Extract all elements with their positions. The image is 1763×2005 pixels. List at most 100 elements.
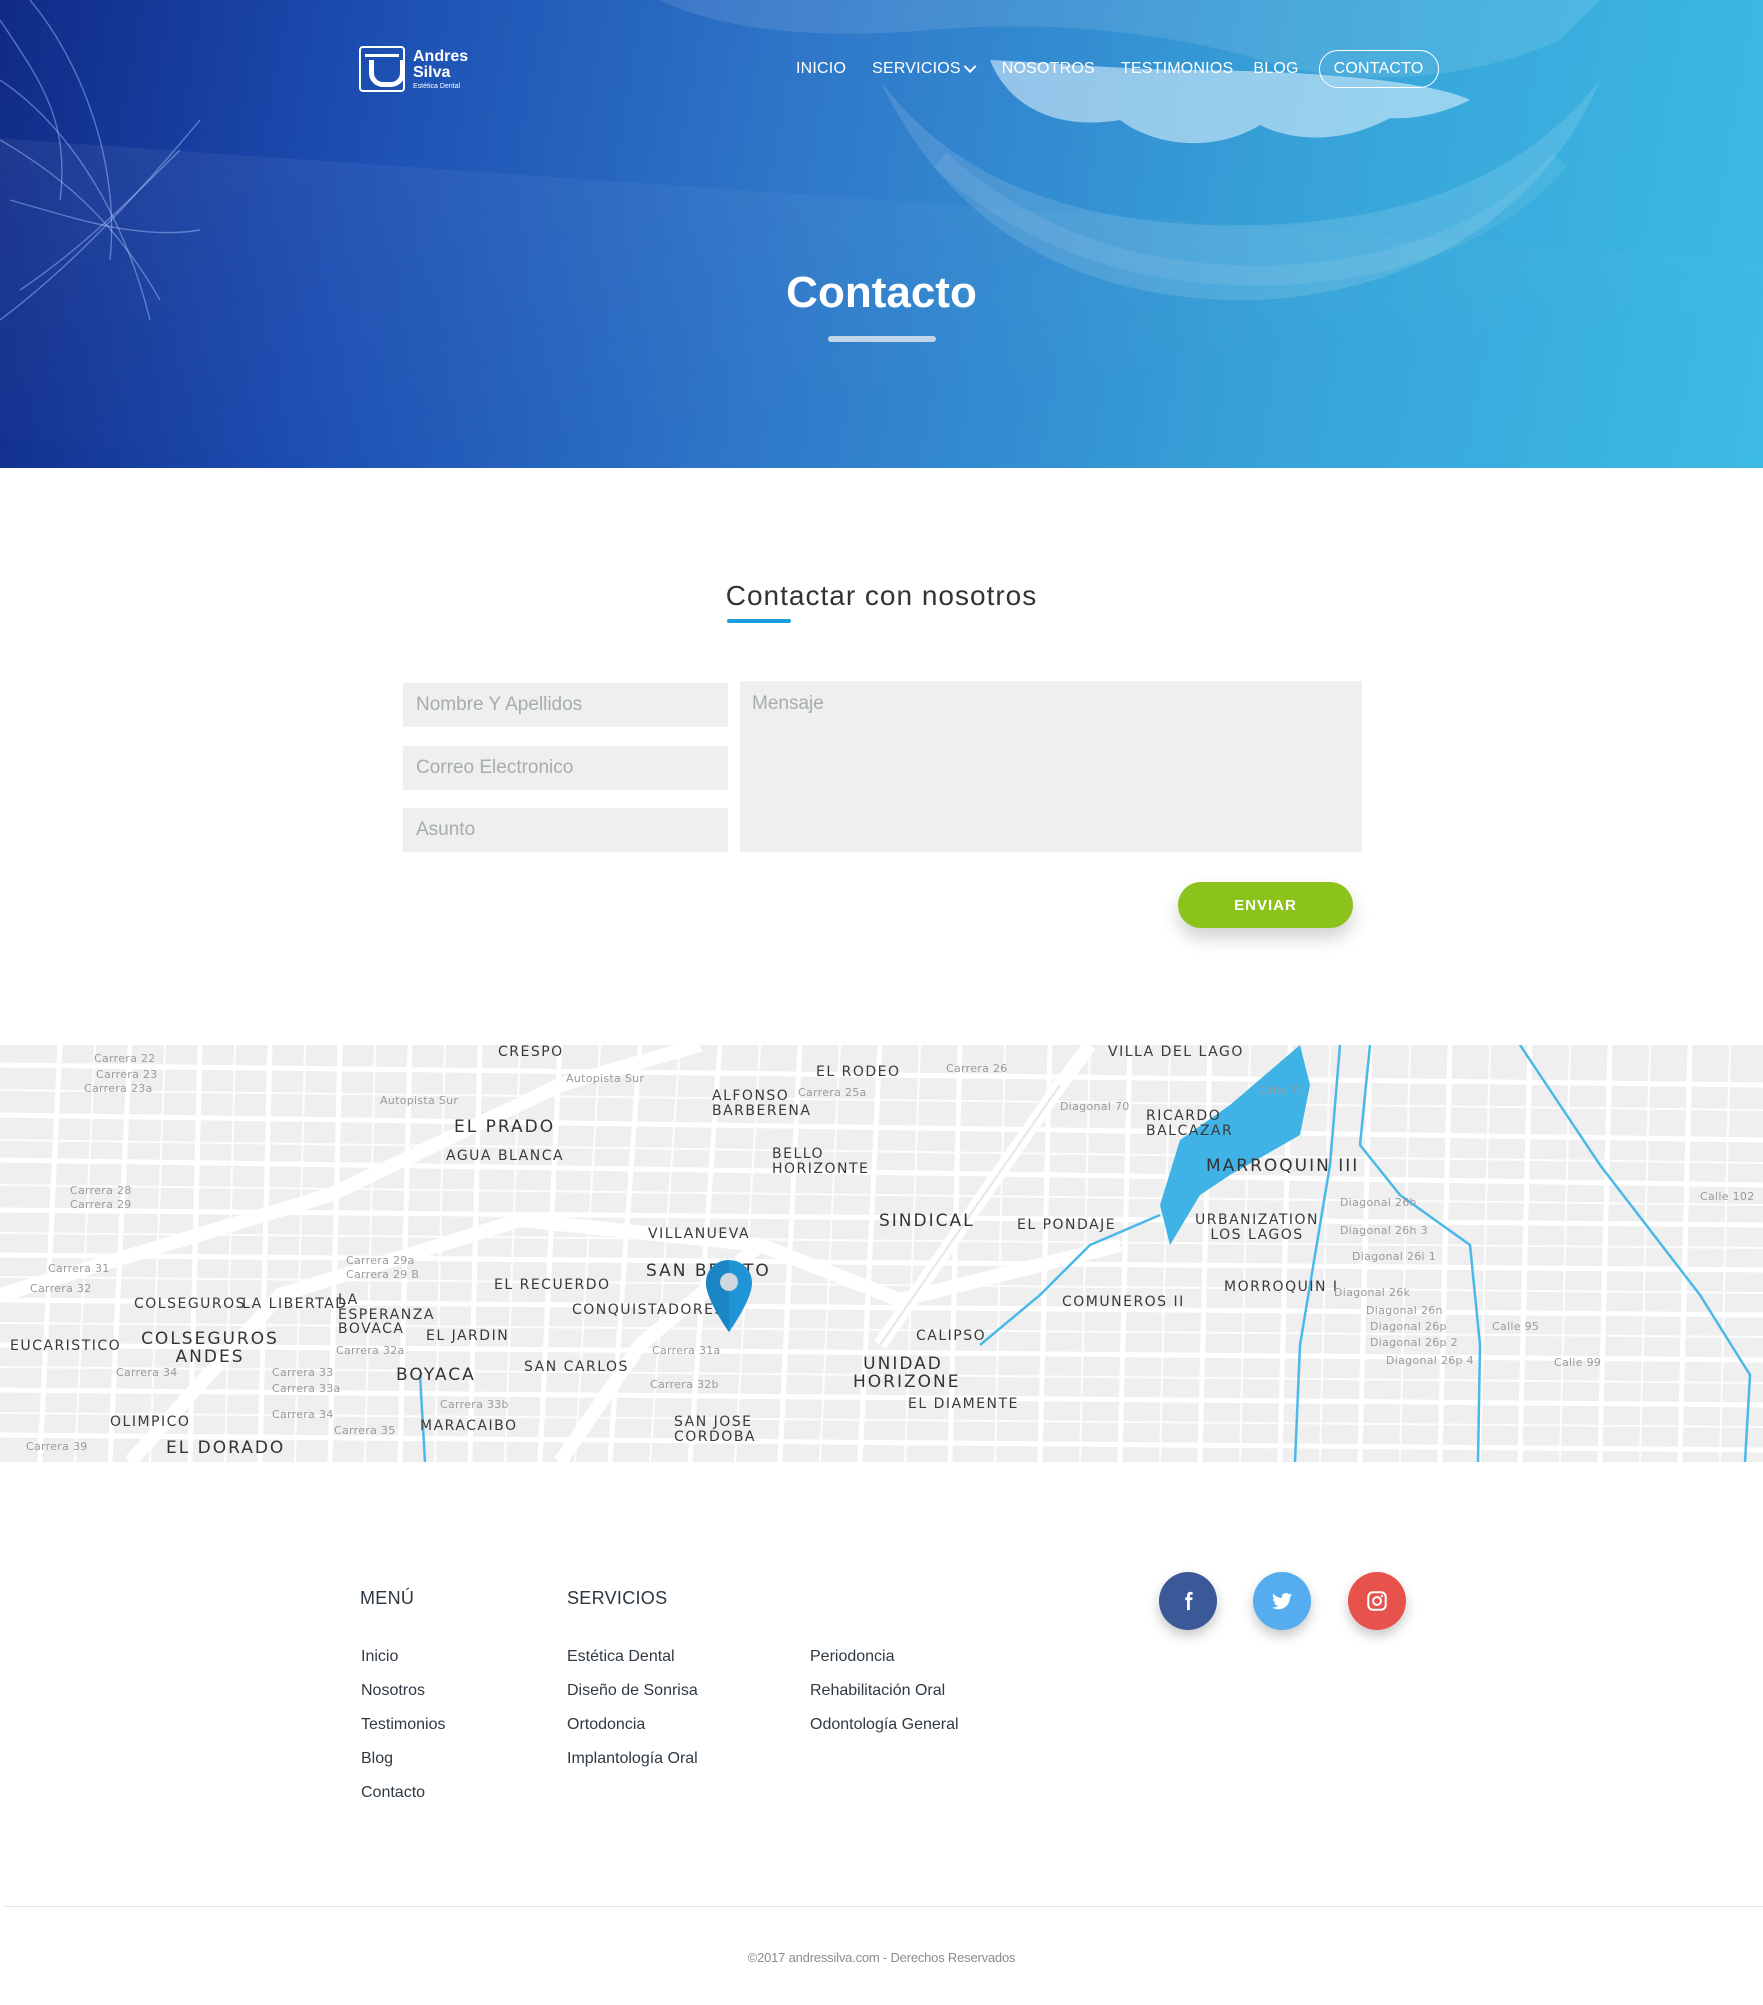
section-underline xyxy=(727,619,791,623)
location-map[interactable]: CRESPO EL RODEO VILLA DEL LAGO ALFONSO B… xyxy=(0,1045,1763,1462)
street-label: Carrera 22 xyxy=(94,1052,156,1065)
street-label: Carrera 31a xyxy=(652,1344,721,1357)
street-label: Carrera 23 xyxy=(96,1068,158,1081)
map-label: RICARDO BALCAZAR xyxy=(1146,1108,1234,1139)
map-marker-icon[interactable] xyxy=(704,1258,754,1334)
map-label: EL PONDAJE xyxy=(1017,1217,1117,1233)
street-label: Carrera 26 xyxy=(946,1062,1008,1075)
street-label: Calle 95 xyxy=(1492,1320,1540,1333)
street-label: Carrera 32 xyxy=(30,1282,92,1295)
logo-line-2: Silva xyxy=(413,63,451,81)
footer-link-testimonios[interactable]: Testimonios xyxy=(361,1716,445,1734)
name-field[interactable] xyxy=(403,683,728,727)
main-nav: INICIO SERVICIOS NOSOTROS TESTIMONIOS BL… xyxy=(796,50,1439,88)
instagram-icon xyxy=(1367,1591,1387,1611)
map-label: CRESPO xyxy=(498,1045,564,1060)
map-label: EL RODEO xyxy=(816,1064,901,1080)
map-streets xyxy=(0,1045,1763,1462)
street-label: Carrera 33a xyxy=(272,1382,341,1395)
map-label: SAN JOSE CORDOBA xyxy=(674,1414,757,1445)
nav-inicio[interactable]: INICIO xyxy=(796,50,846,88)
title-underline xyxy=(828,336,936,342)
street-label: Calle 102 xyxy=(1700,1190,1755,1203)
street-label: Diagonal 26p 4 xyxy=(1386,1354,1474,1367)
map-label: EL RECUERDO xyxy=(494,1277,611,1293)
footer-service-link[interactable]: Implantología Oral xyxy=(567,1750,698,1768)
street-label: Carrera 25a xyxy=(798,1086,867,1099)
footer-service-link[interactable]: Periodoncia xyxy=(810,1648,895,1666)
street-label: Diagonal 26p xyxy=(1370,1320,1447,1333)
footer-link-blog[interactable]: Blog xyxy=(361,1750,393,1768)
map-label: BELLO HORIZONTE xyxy=(772,1146,870,1177)
street-label: Carrera 33 xyxy=(272,1366,334,1379)
map-label: OLIMPICO xyxy=(110,1414,191,1430)
street-label: Diagonal 26p 2 xyxy=(1370,1336,1458,1349)
footer-link-inicio[interactable]: Inicio xyxy=(361,1648,398,1666)
street-label: Carrera 35 xyxy=(334,1424,396,1437)
email-field[interactable] xyxy=(403,746,728,790)
footer-link-contacto[interactable]: Contacto xyxy=(361,1784,425,1802)
street-label: Carrera 28 xyxy=(70,1184,132,1197)
twitter-button[interactable] xyxy=(1253,1572,1311,1630)
street-label: Diagonal 26h 3 xyxy=(1340,1224,1428,1237)
footer-divider xyxy=(4,1906,1763,1907)
street-label: Diagonal 70 xyxy=(1060,1100,1130,1113)
street-label: Diagonal 26n xyxy=(1366,1304,1443,1317)
contact-section-title: Contactar con nosotros xyxy=(725,580,1038,611)
street-label: Autopista Sur xyxy=(566,1072,645,1085)
nav-nosotros[interactable]: NOSOTROS xyxy=(1002,50,1095,88)
street-label: Carrera 31 xyxy=(48,1262,110,1275)
street-label: Carrera 34 xyxy=(272,1408,334,1421)
map-label: MARACAIBO xyxy=(420,1418,518,1434)
street-label: Carrera 29 xyxy=(70,1198,132,1211)
footer-service-link[interactable]: Odontología General xyxy=(810,1716,959,1734)
subject-field[interactable] xyxy=(403,808,728,852)
map-label: EUCARISTICO xyxy=(10,1338,122,1354)
street-label: Carrera 23a xyxy=(84,1082,153,1095)
logo[interactable]: Andres Silva Estética Dental xyxy=(359,46,468,92)
message-field[interactable] xyxy=(740,681,1362,852)
nav-blog[interactable]: BLOG xyxy=(1253,50,1298,88)
send-button[interactable]: ENVIAR xyxy=(1178,882,1353,928)
map-label: ALFONSO BARBERENA xyxy=(712,1088,812,1119)
footer-service-link[interactable]: Ortodoncia xyxy=(567,1716,645,1734)
map-label: SAN CARLOS xyxy=(524,1359,629,1375)
map-label: URBANIZATION LOS LAGOS xyxy=(1194,1212,1319,1243)
map-label: CALIPSO xyxy=(916,1328,987,1344)
street-label: Diagonal 26i 1 xyxy=(1352,1250,1436,1263)
hero-banner: Andres Silva Estética Dental INICIO SERV… xyxy=(0,0,1763,468)
street-label: Calle 99 xyxy=(1554,1356,1602,1369)
map-label: COLSEGUROS ANDES xyxy=(141,1329,279,1367)
street-label: Carrera 29 B xyxy=(346,1268,420,1281)
map-label: EL PRADO xyxy=(454,1117,556,1137)
logo-mark-icon xyxy=(359,46,405,92)
page-title: Contacto xyxy=(786,268,977,317)
chevron-down-icon xyxy=(963,59,977,73)
facebook-button[interactable] xyxy=(1159,1572,1217,1630)
footer-service-link[interactable]: Estética Dental xyxy=(567,1648,675,1666)
map-label: CONQUISTADORES xyxy=(572,1302,725,1318)
street-label: Carrera 39 xyxy=(26,1440,88,1453)
street-label: Carrera 34 xyxy=(116,1366,178,1379)
map-label: LA LIBERTAD xyxy=(242,1296,348,1312)
footer-service-link[interactable]: Rehabilitación Oral xyxy=(810,1682,945,1700)
street-label: Calle 71 xyxy=(1258,1084,1306,1097)
street-label: Carrera 33b xyxy=(440,1398,509,1411)
nav-servicios-label: SERVICIOS xyxy=(872,60,961,77)
nav-contacto[interactable]: CONTACTO xyxy=(1318,50,1439,88)
nav-testimonios[interactable]: TESTIMONIOS xyxy=(1121,50,1233,88)
logo-line-1: Andres xyxy=(413,47,469,65)
street-label: Carrera 32a xyxy=(336,1344,405,1357)
footer-link-nosotros[interactable]: Nosotros xyxy=(361,1682,425,1700)
instagram-button[interactable] xyxy=(1348,1572,1406,1630)
logo-tagline: Estética Dental xyxy=(413,82,461,90)
nav-servicios[interactable]: SERVICIOS xyxy=(872,50,977,88)
map-label: COMUNEROS II xyxy=(1062,1294,1185,1310)
map-label: MARROQUIN III xyxy=(1206,1156,1360,1176)
street-label: Diagonal 26h xyxy=(1340,1196,1417,1209)
map-label: UNIDAD HORIZONE xyxy=(853,1354,961,1392)
footer-service-link[interactable]: Diseño de Sonrisa xyxy=(567,1682,698,1700)
map-label: EL JARDIN xyxy=(426,1328,510,1344)
map-label: VILLA DEL LAGO xyxy=(1108,1045,1244,1060)
map-label: MORROQUIN I xyxy=(1224,1279,1339,1295)
